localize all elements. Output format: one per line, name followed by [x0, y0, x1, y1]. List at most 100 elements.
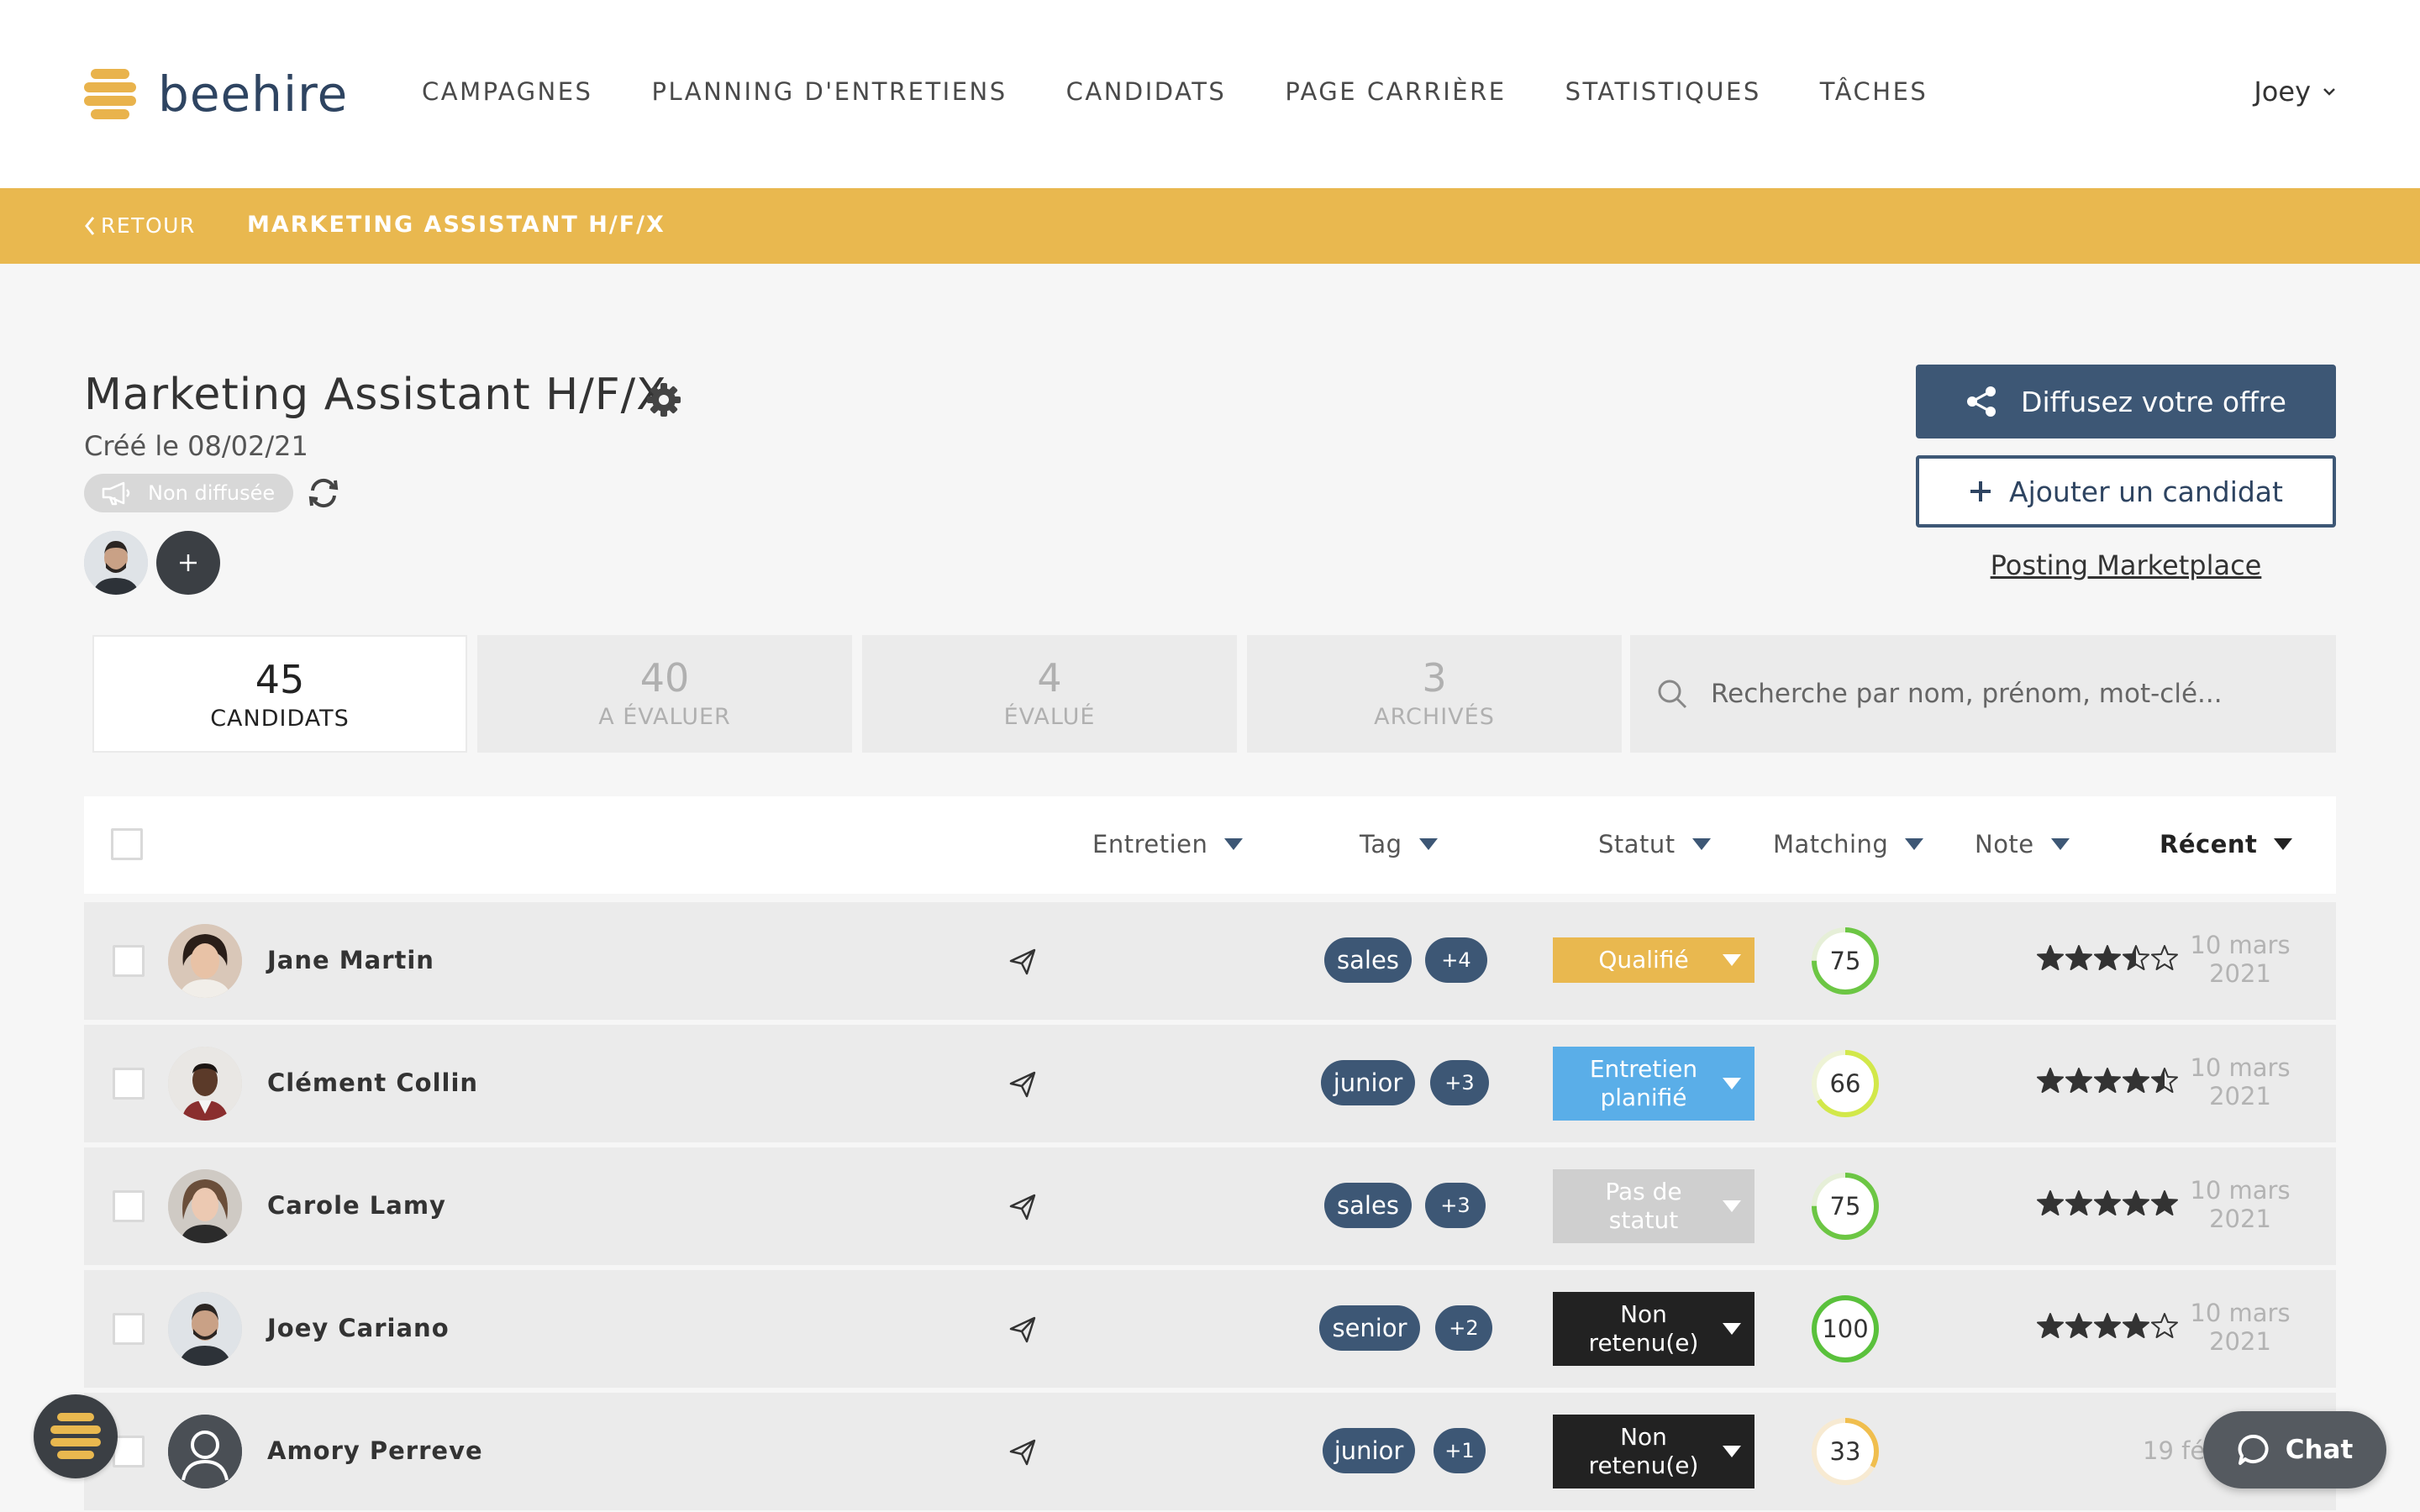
- diffusion-status-badge: Non diffusée: [84, 474, 294, 512]
- beehire-logo[interactable]: beehire: [84, 66, 348, 123]
- date-line: 10 mars: [2190, 1053, 2291, 1082]
- candidate-tag[interactable]: sales: [1324, 1183, 1412, 1228]
- add-team-member-button[interactable]: [156, 531, 220, 595]
- row-checkbox[interactable]: [113, 945, 145, 977]
- star-full-icon[interactable]: [2094, 1189, 2121, 1216]
- share-offer-button[interactable]: Diffusez votre offre: [1916, 365, 2336, 438]
- beehire-widget-button[interactable]: [34, 1394, 118, 1478]
- column-recent[interactable]: Récent: [2160, 830, 2293, 858]
- caret-down-icon: [1905, 838, 1924, 850]
- nav-taches[interactable]: TÂCHES: [1820, 77, 1928, 106]
- tab-archives[interactable]: 3 ARCHIVÉS: [1247, 635, 1622, 753]
- column-label: Entretien: [1092, 830, 1208, 858]
- nav-campagnes[interactable]: CAMPAGNES: [422, 77, 592, 106]
- send-icon[interactable]: [1008, 948, 1037, 976]
- star-full-icon[interactable]: [2123, 1312, 2149, 1339]
- star-full-icon[interactable]: [2037, 1067, 2064, 1094]
- candidate-tag[interactable]: sales: [1324, 937, 1412, 983]
- candidate-tag[interactable]: junior: [1321, 1060, 1415, 1105]
- nav-planning[interactable]: PLANNING D'ENTRETIENS: [651, 77, 1007, 106]
- star-full-icon[interactable]: [2065, 1189, 2092, 1216]
- candidate-name[interactable]: Jane Martin: [267, 946, 434, 974]
- tag-more-badge[interactable]: +1: [1434, 1428, 1486, 1473]
- star-full-icon[interactable]: [2094, 1067, 2121, 1094]
- date-line: 2021: [2209, 1205, 2271, 1233]
- table-row[interactable]: Jane Martin sales +4 Qualifié 75 10 mars…: [84, 902, 2336, 1020]
- star-full-icon[interactable]: [2037, 944, 2064, 971]
- tab-candidats[interactable]: 45 CANDIDATS: [92, 635, 467, 753]
- status-dropdown[interactable]: Non retenu(e): [1553, 1415, 1754, 1488]
- nav-candidats[interactable]: CANDIDATS: [1066, 77, 1227, 106]
- column-status[interactable]: Statut: [1598, 830, 1711, 858]
- send-icon[interactable]: [1008, 1438, 1037, 1467]
- status-dropdown[interactable]: Qualifié: [1553, 937, 1754, 983]
- candidate-name[interactable]: Joey Cariano: [267, 1314, 450, 1342]
- rating-stars[interactable]: [2037, 944, 2178, 971]
- candidate-tag[interactable]: junior: [1323, 1428, 1415, 1473]
- add-candidate-button[interactable]: Ajouter un candidat: [1916, 455, 2336, 528]
- created-date: Créé le 08/02/21: [84, 430, 308, 462]
- star-full-icon[interactable]: [2123, 1067, 2149, 1094]
- star-full-icon[interactable]: [2065, 1312, 2092, 1339]
- tag-more-badge[interactable]: +3: [1430, 1060, 1489, 1105]
- column-rating[interactable]: Note: [1975, 830, 2070, 858]
- nav-statistiques[interactable]: STATISTIQUES: [1565, 77, 1761, 106]
- star-full-icon[interactable]: [2123, 1189, 2149, 1216]
- candidate-name[interactable]: Clément Collin: [267, 1068, 478, 1097]
- send-icon[interactable]: [1008, 1070, 1037, 1099]
- tab-label: A ÉVALUER: [598, 704, 731, 730]
- tag-more-badge[interactable]: +3: [1425, 1183, 1486, 1228]
- nav-page-carriere[interactable]: PAGE CARRIÈRE: [1285, 77, 1506, 106]
- plus-icon: [180, 554, 197, 571]
- status-label: Non retenu(e): [1553, 1300, 1723, 1357]
- table-row[interactable]: Clément Collin junior +3 Entretien planif…: [84, 1025, 2336, 1142]
- search-input[interactable]: [1711, 679, 2299, 709]
- table-row[interactable]: Joey Cariano senior +2 Non retenu(e) 100 …: [84, 1270, 2336, 1388]
- candidate-tag[interactable]: senior: [1319, 1305, 1420, 1351]
- status-dropdown[interactable]: Pas de statut: [1553, 1169, 1754, 1243]
- tag-more-badge[interactable]: +2: [1435, 1305, 1492, 1351]
- table-row[interactable]: Amory Perreve junior +1 Non retenu(e) 33 …: [84, 1393, 2336, 1510]
- row-checkbox[interactable]: [113, 1313, 145, 1345]
- table-row[interactable]: Carole Lamy sales +3 Pas de statut 75 10 …: [84, 1147, 2336, 1265]
- share-icon: [1967, 386, 1996, 417]
- status-label: Qualifié: [1598, 946, 1689, 974]
- candidate-avatar: [168, 1292, 242, 1366]
- tab-count: 3: [1422, 655, 1447, 701]
- rating-stars[interactable]: [2037, 1189, 2178, 1216]
- column-interview[interactable]: Entretien: [1092, 830, 1244, 858]
- chat-button[interactable]: Chat: [2203, 1411, 2386, 1488]
- tag-more-badge[interactable]: +4: [1425, 937, 1487, 983]
- refresh-icon[interactable]: [306, 475, 341, 511]
- team-member-avatar[interactable]: [84, 531, 148, 595]
- rating-stars[interactable]: [2037, 1312, 2178, 1339]
- tab-a-evaluer[interactable]: 40 A ÉVALUER: [477, 635, 852, 753]
- row-checkbox[interactable]: [113, 1190, 145, 1222]
- user-menu[interactable]: Joey: [2254, 76, 2336, 108]
- send-icon[interactable]: [1008, 1193, 1037, 1221]
- gear-icon[interactable]: [644, 380, 684, 420]
- select-all-checkbox[interactable]: [111, 828, 143, 860]
- row-checkbox[interactable]: [113, 1068, 145, 1100]
- rating-stars[interactable]: [2037, 1067, 2178, 1094]
- status-dropdown[interactable]: Entretien planifié: [1553, 1047, 1754, 1121]
- status-dropdown[interactable]: Non retenu(e): [1553, 1292, 1754, 1366]
- caret-down-icon: [2274, 838, 2293, 850]
- candidate-name[interactable]: Carole Lamy: [267, 1191, 446, 1220]
- date-line: 10 mars: [2190, 1299, 2291, 1327]
- posting-marketplace-link[interactable]: Posting Marketplace: [1916, 549, 2336, 581]
- back-link[interactable]: RETOUR: [84, 213, 196, 238]
- star-full-icon[interactable]: [2094, 944, 2121, 971]
- tab-evalue[interactable]: 4 ÉVALUÉ: [862, 635, 1237, 753]
- star-full-icon[interactable]: [2094, 1312, 2121, 1339]
- chevron-down-icon: [2323, 88, 2335, 96]
- star-half-icon[interactable]: [2123, 944, 2149, 971]
- star-full-icon[interactable]: [2065, 1067, 2092, 1094]
- star-full-icon[interactable]: [2065, 944, 2092, 971]
- send-icon[interactable]: [1008, 1315, 1037, 1344]
- star-full-icon[interactable]: [2037, 1312, 2064, 1339]
- column-matching[interactable]: Matching: [1773, 830, 1924, 858]
- star-full-icon[interactable]: [2037, 1189, 2064, 1216]
- candidate-name[interactable]: Amory Perreve: [267, 1436, 483, 1465]
- column-tag[interactable]: Tag: [1360, 830, 1438, 858]
